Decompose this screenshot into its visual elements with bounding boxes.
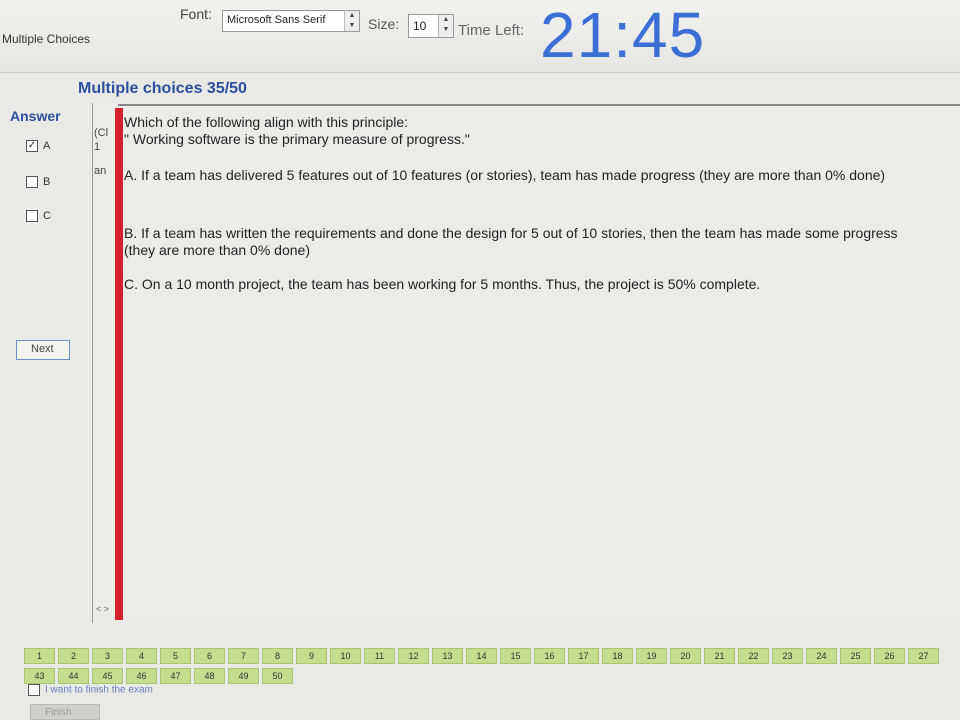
question-nav-button[interactable]: 43 — [24, 668, 55, 684]
question-nav-button[interactable]: 6 — [194, 648, 225, 664]
option-a-text: A. If a team has delivered 5 features ou… — [124, 167, 886, 183]
font-select-value: Microsoft Sans Serif — [227, 14, 326, 26]
question-nav-button[interactable]: 24 — [806, 648, 837, 664]
checkbox-checked-icon[interactable]: ✓ — [26, 140, 38, 153]
question-header-divider — [118, 104, 960, 106]
next-button[interactable]: Next — [16, 340, 70, 360]
question-nav-button[interactable]: 1 — [24, 648, 55, 664]
question-nav-button[interactable]: 12 — [398, 648, 429, 664]
answer-label: Answer — [10, 108, 61, 124]
question-nav-button[interactable]: 14 — [466, 648, 497, 664]
question-nav-button[interactable]: 5 — [160, 648, 191, 664]
checkbox-icon[interactable] — [26, 210, 38, 223]
question-nav-button[interactable]: 3 — [92, 648, 123, 664]
answer-choice-b[interactable]: B — [26, 176, 50, 189]
question-nav-button[interactable]: 26 — [874, 648, 905, 664]
question-nav-button[interactable]: 47 — [160, 668, 191, 684]
question-text: Which of the following align with this p… — [124, 114, 470, 147]
size-select-value: 10 — [413, 19, 427, 33]
size-select[interactable]: 10 ▲ ▼ — [408, 14, 454, 38]
question-nav-button[interactable]: 50 — [262, 668, 293, 684]
question-nav-button[interactable]: 16 — [534, 648, 565, 664]
question-nav-button[interactable]: 22 — [738, 648, 769, 664]
question-nav-button[interactable]: 19 — [636, 648, 667, 664]
window-section-label: Multiple Choices — [2, 32, 91, 46]
question-nav-button[interactable]: 21 — [704, 648, 735, 664]
size-label: Size: — [368, 16, 400, 32]
question-nav-button[interactable]: 48 — [194, 668, 225, 684]
question-nav-button[interactable]: 25 — [840, 648, 871, 664]
question-nav-button[interactable]: 8 — [262, 648, 293, 664]
question-navigator-row2: 43 44 45 46 47 48 49 50 — [24, 668, 293, 684]
question-counter-title: Multiple choices 35/50 — [78, 80, 247, 97]
answer-choice-c[interactable]: C — [26, 210, 51, 223]
font-select[interactable]: Microsoft Sans Serif ▲ ▼ — [222, 10, 360, 32]
question-nav-button[interactable]: 10 — [330, 648, 361, 664]
collapsed-column: (Cl 1 an — [94, 127, 109, 177]
question-nav-button[interactable]: 49 — [228, 668, 259, 684]
checkbox-icon[interactable] — [28, 684, 40, 696]
question-navigator-row1: 1 2 3 4 5 6 7 8 9 10 11 12 13 14 15 16 17 18 19 20 21 22 23 24 2… — [24, 648, 939, 664]
question-nav-button[interactable]: 7 — [228, 648, 259, 664]
finish-exam-checkbox[interactable]: I want to finish the exam — [28, 684, 153, 696]
font-spin-icon[interactable]: ▲ ▼ — [344, 11, 359, 31]
question-nav-button[interactable]: 46 — [126, 668, 157, 684]
question-highlight-bar — [115, 108, 123, 620]
countdown-timer: 21:45 — [540, 0, 706, 71]
question-nav-button[interactable]: 18 — [602, 648, 633, 664]
option-c-text: C. On a 10 month project, the team has b… — [124, 276, 761, 292]
question-nav-button[interactable]: 20 — [670, 648, 701, 664]
finish-button[interactable]: Finish — [30, 704, 100, 720]
question-nav-button[interactable]: 11 — [364, 648, 395, 664]
size-spin-icon[interactable]: ▲ ▼ — [438, 15, 453, 37]
question-nav-button[interactable]: 23 — [772, 648, 803, 664]
question-nav-button[interactable]: 45 — [92, 668, 123, 684]
question-nav-button[interactable]: 17 — [568, 648, 599, 664]
font-label: Font: — [180, 6, 212, 22]
question-nav-button[interactable]: 44 — [58, 668, 89, 684]
question-nav-button[interactable]: 27 — [908, 648, 939, 664]
checkbox-icon[interactable] — [26, 176, 38, 189]
question-nav-button[interactable]: 4 — [126, 648, 157, 664]
question-nav-button[interactable]: 2 — [58, 648, 89, 664]
question-nav-button[interactable]: 9 — [296, 648, 327, 664]
time-left-label: Time Left: — [458, 22, 525, 39]
question-nav-button[interactable]: 15 — [500, 648, 531, 664]
question-nav-button[interactable]: 13 — [432, 648, 463, 664]
scroll-arrows-icon[interactable]: < > — [96, 604, 109, 614]
option-b-text: B. If a team has written the requirement… — [124, 225, 898, 258]
answer-choice-a[interactable]: ✓ A — [26, 140, 50, 153]
